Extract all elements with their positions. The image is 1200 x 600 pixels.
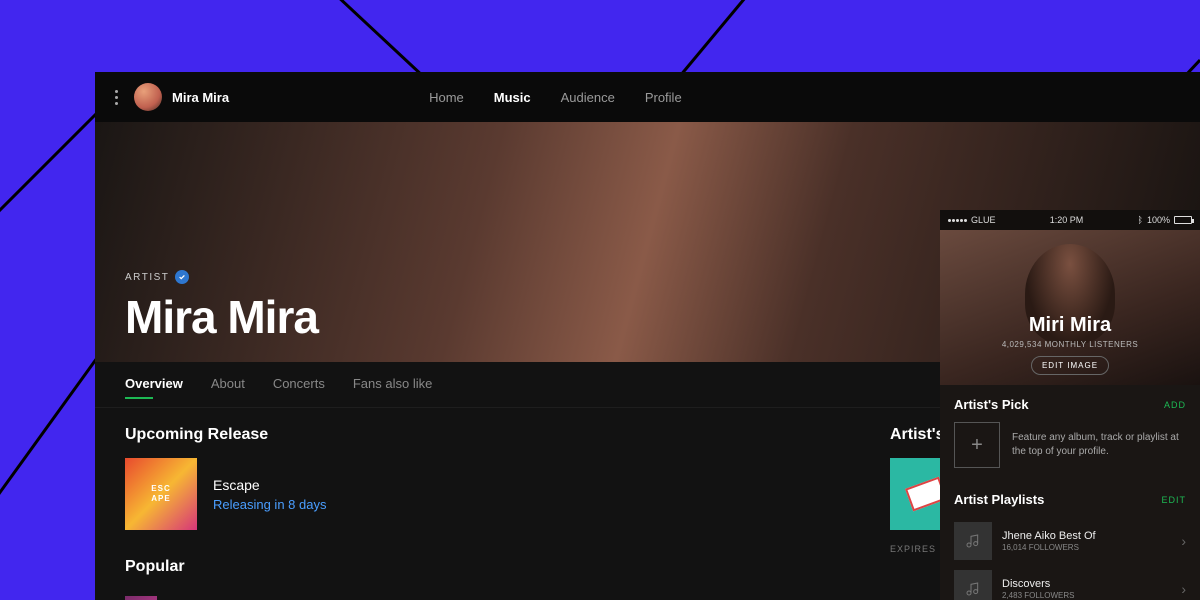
mobile-pick-heading: Artist's Pick	[954, 397, 1029, 412]
chevron-right-icon: ›	[1181, 533, 1186, 549]
tab-concerts[interactable]: Concerts	[273, 376, 325, 397]
playlist-row[interactable]: Discovers 2,483 FOLLOWERS ›	[954, 565, 1186, 600]
tab-overview[interactable]: Overview	[125, 376, 183, 397]
mobile-window: GLUE 1:20 PM ᛒ 100% Miri Mira 4,029,534 …	[940, 210, 1200, 600]
playlist-followers: 2,483 FOLLOWERS	[1002, 591, 1171, 600]
carrier: GLUE	[971, 215, 996, 225]
tab-fans[interactable]: Fans also like	[353, 376, 432, 397]
music-note-icon	[954, 522, 992, 560]
status-time: 1:20 PM	[1050, 215, 1084, 225]
menu-dots-icon[interactable]	[115, 90, 118, 105]
mobile-hero: Miri Mira 4,029,534 MONTHLY LISTENERS ED…	[940, 230, 1200, 385]
tab-about[interactable]: About	[211, 376, 245, 397]
edit-image-button[interactable]: EDIT IMAGE	[1031, 356, 1109, 375]
release-subtitle[interactable]: Releasing in 8 days	[213, 497, 326, 512]
upcoming-release[interactable]: ESCAPE Escape Releasing in 8 days	[125, 458, 830, 530]
battery-percent: 100%	[1147, 215, 1170, 225]
battery-icon	[1174, 216, 1192, 224]
nav-profile[interactable]: Profile	[645, 90, 682, 105]
playlist-name: Jhene Aiko Best Of	[1002, 530, 1171, 542]
topbar: Mira Mira Home Music Audience Profile	[95, 72, 1200, 122]
mobile-playlists-heading: Artist Playlists	[954, 492, 1044, 507]
left-column: Upcoming Release ESCAPE Escape Releasing…	[125, 426, 830, 600]
mobile-pick-section: Artist's Pick ADD + Feature any album, t…	[940, 385, 1200, 480]
main-nav: Home Music Audience Profile	[429, 90, 682, 105]
artist-label-text: ARTIST	[125, 272, 169, 283]
pick-description: Feature any album, track or playlist at …	[1012, 431, 1186, 459]
verified-icon	[175, 270, 189, 284]
track-artwork	[125, 596, 157, 600]
status-bar: GLUE 1:20 PM ᛒ 100%	[940, 210, 1200, 230]
nav-audience[interactable]: Audience	[561, 90, 615, 105]
playlist-row[interactable]: Jhene Aiko Best Of 16,014 FOLLOWERS ›	[954, 517, 1186, 565]
mobile-listeners: 4,029,534 MONTHLY LISTENERS	[1002, 340, 1138, 349]
release-artwork: ESCAPE	[125, 458, 197, 530]
add-pick-icon[interactable]: +	[954, 422, 1000, 468]
nav-music[interactable]: Music	[494, 90, 531, 105]
playlist-followers: 16,014 FOLLOWERS	[1002, 543, 1171, 552]
bluetooth-icon: ᛒ	[1138, 215, 1143, 225]
popular-heading: Popular	[125, 558, 830, 576]
track-row[interactable]: 1 Discovers 244,697,983	[125, 590, 830, 600]
music-note-icon	[954, 570, 992, 600]
mobile-playlists-section: Artist Playlists EDIT Jhene Aiko Best Of…	[940, 480, 1200, 600]
edit-button[interactable]: EDIT	[1161, 495, 1186, 505]
nav-home[interactable]: Home	[429, 90, 464, 105]
mobile-artist-name: Miri Mira	[1029, 314, 1111, 337]
user-name: Mira Mira	[172, 90, 229, 105]
upcoming-heading: Upcoming Release	[125, 426, 830, 444]
signal-icon	[948, 219, 967, 222]
add-button[interactable]: ADD	[1164, 400, 1186, 410]
user-avatar[interactable]	[134, 83, 162, 111]
chevron-right-icon: ›	[1181, 581, 1186, 597]
release-title: Escape	[213, 477, 326, 493]
playlist-name: Discovers	[1002, 578, 1171, 590]
